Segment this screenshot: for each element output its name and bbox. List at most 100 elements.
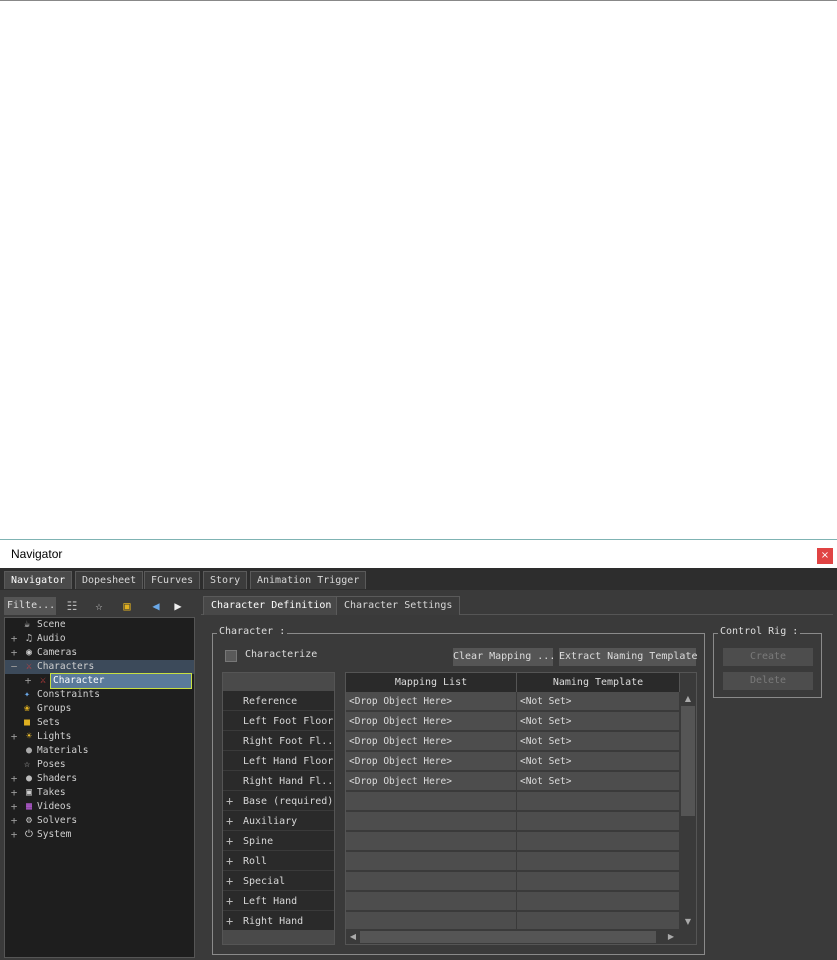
delete-button[interactable]: Delete [723,672,813,690]
characterize-checkbox[interactable] [225,650,237,662]
expand-icon[interactable]: + [23,674,33,688]
tree-item-solvers[interactable]: + ⚙ Solvers [5,814,194,828]
template-cell[interactable]: <Not Set> [517,732,680,751]
horizontal-scrollbar[interactable]: ◀ ▶ [346,930,680,944]
tab-navigator[interactable]: Navigator [4,571,73,589]
vertical-scrollbar[interactable]: ▲ ▼ [680,692,696,930]
expand-plus-icon[interactable]: + [226,812,233,830]
template-cell[interactable] [517,912,680,930]
mapping-cell[interactable]: <Drop Object Here> [346,692,517,711]
template-cell[interactable]: <Not Set> [517,772,680,791]
slot-roll[interactable]: + Roll [223,852,334,871]
tree-item-cameras[interactable]: + ◉ Cameras [5,646,194,660]
tree-item-poses[interactable]: ☆ Poses [5,758,194,772]
slot-left-foot-floor[interactable]: Left Foot Floor [223,712,334,731]
tab-character-settings[interactable]: Character Settings [336,596,461,615]
slot-right-foot-floor[interactable]: Right Foot Fl... [223,732,334,751]
template-cell[interactable] [517,872,680,891]
template-cell[interactable] [517,812,680,831]
mapping-cell[interactable] [346,892,517,911]
expand-plus-icon[interactable]: + [226,792,233,810]
expand-icon[interactable]: + [9,772,19,786]
expand-icon[interactable]: + [9,786,19,800]
template-cell[interactable]: <Not Set> [517,752,680,771]
tree-item-audio[interactable]: + ♫ Audio [5,632,194,646]
back-arrow-icon[interactable]: ◀ [148,598,164,614]
scroll-up-icon[interactable]: ▲ [681,693,695,705]
mapping-cell[interactable] [346,832,517,851]
clear-mapping-button[interactable]: Clear Mapping ... [453,648,555,666]
slot-list-footer [223,930,334,944]
template-cell[interactable] [517,892,680,911]
template-cell[interactable]: <Not Set> [517,712,680,731]
lock-icon[interactable]: ▣ [119,598,135,614]
expand-icon[interactable]: + [9,814,19,828]
slot-special[interactable]: + Special [223,872,334,891]
expand-plus-icon[interactable]: + [226,892,233,910]
template-cell[interactable] [517,852,680,871]
list-view-icon[interactable]: ☷ [64,598,80,614]
filter-input[interactable]: Filte... [4,597,56,615]
template-cell[interactable] [517,832,680,851]
tab-dopesheet[interactable]: Dopesheet [75,571,144,589]
horizontal-scroll-thumb[interactable] [360,931,656,943]
template-cell[interactable]: <Not Set> [517,692,680,711]
tree-item-takes[interactable]: + ▣ Takes [5,786,194,800]
scroll-down-icon[interactable]: ▼ [681,916,695,928]
tree-item-videos[interactable]: + ▦ Videos [5,800,194,814]
collapse-icon[interactable]: − [9,660,19,674]
column-header-mapping-list[interactable]: Mapping List [346,673,517,692]
extract-naming-template-button[interactable]: Extract Naming Template [559,648,697,666]
tree-item-lights[interactable]: + ☀ Lights [5,730,194,744]
tree-item-materials[interactable]: ● Materials [5,744,194,758]
expand-icon[interactable]: + [9,800,19,814]
slot-left-hand[interactable]: + Left Hand [223,892,334,911]
slot-auxiliary[interactable]: + Auxiliary [223,812,334,831]
expand-icon[interactable]: + [9,828,19,842]
tab-fcurves[interactable]: FCurves [144,571,201,589]
slot-left-hand-floor[interactable]: Left Hand Floor [223,752,334,771]
expand-plus-icon[interactable]: + [226,832,233,850]
mapping-cell[interactable]: <Drop Object Here> [346,772,517,791]
expand-icon[interactable]: + [9,646,19,660]
expand-plus-icon[interactable]: + [226,872,233,890]
slot-spine[interactable]: + Spine [223,832,334,851]
expand-icon[interactable]: + [9,730,19,744]
mapping-cell[interactable]: <Drop Object Here> [346,732,517,751]
tab-animation-trigger[interactable]: Animation Trigger [250,571,367,589]
tree-item-constraints[interactable]: ✦ Constraints [5,688,194,702]
tab-story[interactable]: Story [203,571,248,589]
expand-icon[interactable]: + [9,632,19,646]
tree-item-groups[interactable]: ❀ Groups [5,702,194,716]
scroll-left-icon[interactable]: ◀ [346,931,360,943]
template-cell[interactable] [517,792,680,811]
tree-item-shaders[interactable]: + ● Shaders [5,772,194,786]
slot-right-hand-floor[interactable]: Right Hand Fl... [223,772,334,791]
tree-item-label: Audio [37,633,66,644]
expand-plus-icon[interactable]: + [226,852,233,870]
close-icon[interactable]: × [817,548,833,564]
tree-item-characters[interactable]: − ⚔ Characters [5,660,194,674]
mapping-cell[interactable]: <Drop Object Here> [346,712,517,731]
slot-right-hand[interactable]: + Right Hand [223,912,334,931]
tree-item-scene[interactable]: ☕ Scene [5,618,194,632]
slot-base[interactable]: + Base (required) [223,792,334,811]
mapping-cell[interactable] [346,852,517,871]
star-icon[interactable]: ☆ [91,598,107,614]
mapping-cell[interactable] [346,812,517,831]
expand-plus-icon[interactable]: + [226,912,233,930]
mapping-cell[interactable] [346,792,517,811]
column-header-naming-template[interactable]: Naming Template [517,673,680,692]
mapping-cell[interactable] [346,912,517,930]
tab-character-definition[interactable]: Character Definition [203,596,340,615]
slot-reference[interactable]: Reference [223,692,334,711]
vertical-scroll-thumb[interactable] [681,706,695,816]
mapping-cell[interactable]: <Drop Object Here> [346,752,517,771]
tree-item-character[interactable]: + ⚔ Character [5,673,194,689]
create-button[interactable]: Create [723,648,813,666]
forward-arrow-icon[interactable]: ▶ [170,598,186,614]
tree-item-system[interactable]: + ⏻ System [5,828,194,842]
mapping-cell[interactable] [346,872,517,891]
tree-item-sets[interactable]: ■ Sets [5,716,194,730]
scroll-right-icon[interactable]: ▶ [664,931,678,943]
